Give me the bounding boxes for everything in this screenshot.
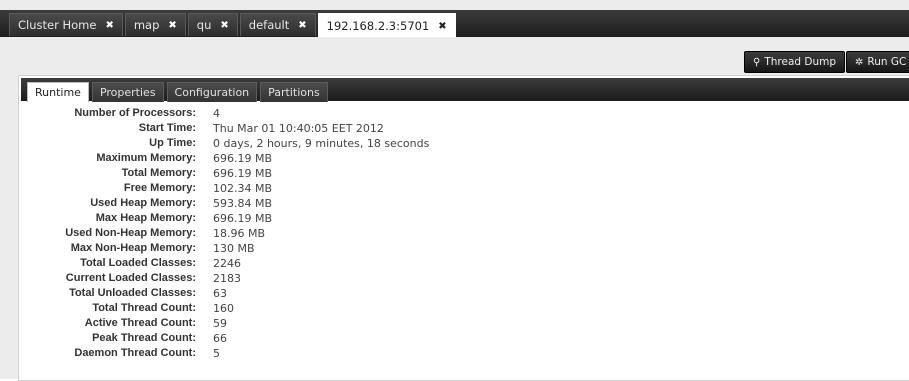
- stat-label: Total Unloaded Classes:: [69, 287, 196, 299]
- stat-row: Up Time: 0 days, 2 hours, 9 minutes, 18 s…: [19, 136, 519, 151]
- stat-value: 59: [213, 317, 227, 330]
- stat-row: Start Time: Thu Mar 01 10:40:05 EET 2012: [19, 121, 519, 136]
- stat-row: Used Non-Heap Memory: 18.96 MB: [19, 226, 519, 241]
- stat-row: Peak Thread Count: 66: [19, 331, 519, 346]
- stat-value: 18.96 MB: [213, 227, 266, 240]
- stat-value: 160: [213, 302, 234, 315]
- panel-tab-bar: Runtime Properties Configuration Partiti…: [21, 78, 909, 102]
- tab-map[interactable]: map ✖: [124, 13, 186, 36]
- tab-default[interactable]: default ✖: [239, 13, 316, 36]
- stat-value: 102.34 MB: [213, 182, 273, 195]
- tab-configuration[interactable]: Configuration: [166, 82, 258, 102]
- stat-value: Thu Mar 01 10:40:05 EET 2012: [213, 122, 384, 135]
- runtime-stats-table: Number of Processors: 4 Start Time: Thu Mar…: [19, 106, 519, 361]
- stat-value: 696.19 MB: [213, 212, 273, 225]
- stat-row: Max Heap Memory: 696.19 MB: [19, 211, 519, 226]
- stat-row: Number of Processors: 4: [19, 106, 519, 121]
- tab-qu[interactable]: qu ✖: [187, 13, 238, 36]
- tab-partitions[interactable]: Partitions: [260, 82, 328, 102]
- stat-row: Maximum Memory: 696.19 MB: [19, 151, 519, 166]
- stat-label: Up Time:: [149, 137, 196, 149]
- tab-properties[interactable]: Properties: [91, 82, 164, 102]
- stat-label: Used Non-Heap Memory:: [65, 227, 196, 239]
- stat-value: 63: [213, 287, 227, 300]
- tab-cluster-home[interactable]: Cluster Home ✖: [9, 13, 123, 36]
- stat-label: Total Thread Count:: [92, 302, 196, 314]
- member-panel: Runtime Properties Configuration Partiti…: [18, 75, 909, 381]
- stat-label: Active Thread Count:: [84, 317, 196, 329]
- stat-row: Active Thread Count: 59: [19, 316, 519, 331]
- stat-row: Free Memory: 102.34 MB: [19, 181, 519, 196]
- stat-row: Max Non-Heap Memory: 130 MB: [19, 241, 519, 256]
- tab-label: 192.168.2.3:5701: [326, 19, 430, 33]
- stat-row: Total Loaded Classes: 2246: [19, 256, 519, 271]
- stat-label: Start Time:: [138, 122, 196, 134]
- tab-member-192-168-2-3[interactable]: 192.168.2.3:5701 ✖: [317, 13, 456, 38]
- tab-runtime[interactable]: Runtime: [27, 82, 89, 102]
- stat-value: 696.19 MB: [213, 152, 273, 165]
- close-icon[interactable]: ✖: [168, 20, 176, 31]
- stat-row: Current Loaded Classes: 2183: [19, 271, 519, 286]
- close-icon[interactable]: ✖: [220, 20, 228, 31]
- stat-label: Max Heap Memory:: [95, 212, 196, 224]
- tab-label: qu: [196, 18, 212, 32]
- stat-label: Maximum Memory:: [96, 152, 196, 164]
- stat-label: Number of Processors:: [74, 107, 196, 119]
- stat-label: Free Memory:: [123, 182, 196, 194]
- stat-label: Current Loaded Classes:: [65, 272, 196, 284]
- search-icon: ⚲: [753, 56, 761, 68]
- stat-value: 66: [213, 332, 227, 345]
- gear-icon: ✲: [855, 56, 864, 68]
- run-gc-label: Run GC: [867, 56, 907, 68]
- tab-label: Cluster Home: [18, 18, 97, 32]
- stat-label: Total Loaded Classes:: [80, 257, 196, 269]
- top-tabs: Cluster Home ✖ map ✖ qu ✖ default ✖ 192.…: [9, 13, 458, 38]
- stat-value: 130 MB: [213, 242, 255, 255]
- stat-label: Daemon Thread Count:: [74, 347, 196, 359]
- stat-label: Max Non-Heap Memory:: [70, 242, 196, 254]
- stat-label: Peak Thread Count:: [92, 332, 196, 344]
- stat-row: Total Unloaded Classes: 63: [19, 286, 519, 301]
- stat-value: 2183: [213, 272, 241, 285]
- thread-dump-label: Thread Dump: [764, 56, 837, 68]
- stat-label: Used Heap Memory:: [90, 197, 196, 209]
- runtime-stats-body: Number of Processors: 4 Start Time: Thu Mar…: [19, 106, 519, 361]
- close-icon[interactable]: ✖: [105, 20, 113, 31]
- stat-row: Total Memory: 696.19 MB: [19, 166, 519, 181]
- stat-row: Daemon Thread Count: 5: [19, 346, 519, 361]
- stat-row: Total Thread Count: 160: [19, 301, 519, 316]
- stat-value: 696.19 MB: [213, 167, 273, 180]
- top-tab-bar: Cluster Home ✖ map ✖ qu ✖ default ✖ 192.…: [0, 0, 909, 38]
- thread-dump-button[interactable]: ⚲ Thread Dump: [744, 51, 846, 73]
- panel-tabs: Runtime Properties Configuration Partiti…: [27, 82, 331, 102]
- stat-value: 0 days, 2 hours, 9 minutes, 18 seconds: [213, 137, 430, 150]
- stat-value: 2246: [213, 257, 241, 270]
- stat-row: Used Heap Memory: 593.84 MB: [19, 196, 519, 211]
- stat-value: 593.84 MB: [213, 197, 273, 210]
- tab-label: map: [133, 18, 160, 32]
- stat-value: 5: [213, 347, 220, 360]
- close-icon[interactable]: ✖: [298, 20, 306, 31]
- run-gc-button[interactable]: ✲ Run GC: [846, 51, 909, 73]
- stat-label: Total Memory:: [121, 167, 196, 179]
- close-icon[interactable]: ✖: [438, 21, 446, 32]
- stat-value: 4: [213, 107, 220, 120]
- member-content: ⚲ Thread Dump ✲ Run GC Runtime Propertie…: [0, 37, 909, 381]
- tab-label: default: [248, 18, 290, 32]
